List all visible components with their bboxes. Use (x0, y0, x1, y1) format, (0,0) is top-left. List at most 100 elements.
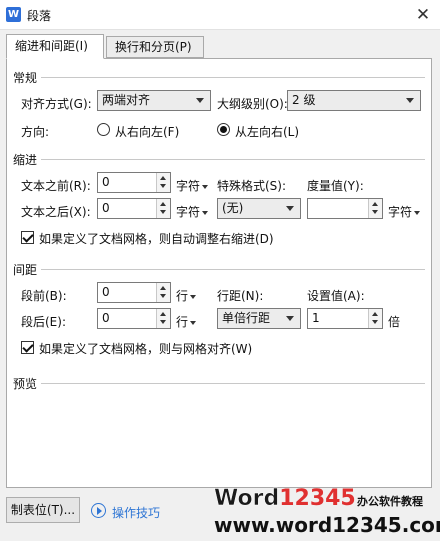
watermark-logo: Word12345 (214, 486, 356, 512)
line-spacing-select[interactable]: 单倍行距 (217, 308, 301, 329)
direction-label: 方向: (21, 125, 50, 139)
outline-level-label: 大纲级别(O): (217, 97, 288, 111)
stepper-down-icon[interactable] (157, 318, 170, 327)
stepper-up-icon[interactable] (157, 283, 170, 292)
indent-after-value: 0 (102, 201, 110, 215)
space-before-label: 段前(B): (21, 289, 67, 303)
space-before-stepper[interactable]: 0 (97, 282, 171, 303)
stepper-up-icon[interactable] (157, 199, 170, 208)
preview-area (13, 393, 425, 481)
space-before-unit-text: 行 (176, 289, 189, 303)
space-after-value: 0 (102, 311, 110, 325)
watermark-brand-number: 12345 (279, 486, 356, 511)
ltr-radio[interactable] (217, 123, 230, 136)
watermark-brand-word: Word (214, 486, 280, 512)
measure-label: 度量值(Y): (307, 179, 364, 193)
close-icon[interactable]: ✕ (412, 4, 434, 26)
setting-value: 1 (312, 311, 320, 325)
snap-to-grid-label[interactable]: 如果定义了文档网格，则与网格对齐(W) (39, 340, 252, 357)
stepper-arrows (156, 199, 170, 218)
indent-after-label: 文本之后(X): (21, 205, 91, 219)
space-before-unit[interactable]: 行 (176, 287, 197, 304)
tab-stops-button[interactable]: 制表位(T)... (6, 497, 80, 523)
section-divider (41, 159, 425, 160)
auto-adjust-indent-label[interactable]: 如果定义了文档网格，则自动调整右缩进(D) (39, 230, 274, 247)
outline-level-select[interactable]: 2 级 (287, 90, 421, 111)
wps-writer-icon: W (6, 7, 21, 22)
chevron-down-icon (196, 98, 204, 103)
watermark-url: www.word12345.com (214, 513, 440, 537)
stepper-arrows (368, 199, 382, 218)
rtl-radio-label[interactable]: 从右向左(F) (115, 123, 179, 140)
space-after-unit[interactable]: 行 (176, 313, 197, 330)
line-spacing-value: 单倍行距 (222, 311, 271, 325)
ltr-radio-label[interactable]: 从左向右(L) (235, 123, 299, 140)
chevron-down-icon (202, 210, 209, 215)
stepper-arrows (368, 309, 382, 328)
measure-stepper[interactable] (307, 198, 383, 219)
stepper-up-icon[interactable] (369, 309, 382, 318)
outline-level-value: 2 级 (292, 93, 316, 107)
align-select-value: 两端对齐 (102, 93, 151, 107)
stepper-arrows (156, 173, 170, 192)
play-circle-icon[interactable] (91, 503, 106, 518)
space-before-value: 0 (102, 285, 110, 299)
align-select[interactable]: 两端对齐 (97, 90, 211, 111)
stepper-down-icon[interactable] (157, 292, 170, 301)
snap-to-grid-checkbox[interactable] (21, 341, 34, 354)
section-general-heading: 常规 (13, 71, 38, 85)
stepper-down-icon[interactable] (369, 318, 382, 327)
chevron-down-icon (190, 320, 197, 325)
site-watermark: Word12345 办公软件教程 www.word12345.com (214, 486, 440, 541)
tab-panel: 常规 对齐方式(G): 两端对齐 大纲级别(O): 2 级 方向: 从右向左(F… (6, 58, 432, 488)
stepper-arrows (156, 309, 170, 328)
special-format-value: (无) (222, 201, 244, 215)
indent-before-unit-text: 字符 (176, 179, 201, 193)
line-spacing-label: 行距(N): (217, 289, 264, 303)
indent-before-label: 文本之前(R): (21, 179, 91, 193)
section-preview-heading: 预览 (13, 377, 38, 391)
chevron-down-icon (286, 316, 294, 321)
chevron-down-icon (414, 210, 421, 215)
auto-adjust-indent-checkbox[interactable] (21, 231, 34, 244)
stepper-down-icon[interactable] (157, 182, 170, 191)
chevron-down-icon (286, 206, 294, 211)
rtl-radio[interactable] (97, 123, 110, 136)
title-bar: W 段落 ✕ (0, 0, 440, 30)
indent-before-unit[interactable]: 字符 (176, 177, 209, 194)
setting-value-label: 设置值(A): (307, 289, 365, 303)
indent-after-stepper[interactable]: 0 (97, 198, 171, 219)
stepper-down-icon[interactable] (157, 208, 170, 217)
indent-after-unit[interactable]: 字符 (176, 203, 209, 220)
tab-indent-spacing[interactable]: 缩进和间距(I) (6, 34, 104, 59)
align-label: 对齐方式(G): (21, 97, 92, 111)
space-after-stepper[interactable]: 0 (97, 308, 171, 329)
chevron-down-icon (190, 294, 197, 299)
indent-before-value: 0 (102, 175, 110, 189)
stepper-down-icon[interactable] (369, 208, 382, 217)
section-divider (41, 269, 425, 270)
tips-link[interactable]: 操作技巧 (112, 504, 160, 521)
chevron-down-icon (202, 184, 209, 189)
indent-before-stepper[interactable]: 0 (97, 172, 171, 193)
stepper-up-icon[interactable] (157, 309, 170, 318)
measure-unit-text: 字符 (388, 205, 413, 219)
stepper-up-icon[interactable] (157, 173, 170, 182)
watermark-tagline: 办公软件教程 (357, 495, 423, 508)
section-indent-heading: 缩进 (13, 153, 38, 167)
measure-unit[interactable]: 字符 (388, 203, 421, 220)
setting-value-stepper[interactable]: 1 (307, 308, 383, 329)
special-format-select[interactable]: (无) (217, 198, 301, 219)
section-divider (41, 383, 425, 384)
tab-line-page-breaks[interactable]: 换行和分页(P) (106, 36, 204, 58)
setting-value-unit: 倍 (388, 315, 401, 329)
space-after-unit-text: 行 (176, 315, 189, 329)
dialog-title: 段落 (27, 9, 52, 23)
stepper-arrows (156, 283, 170, 302)
section-divider (41, 77, 425, 78)
special-format-label: 特殊格式(S): (217, 179, 287, 193)
stepper-up-icon[interactable] (369, 199, 382, 208)
chevron-down-icon (406, 98, 414, 103)
section-spacing-heading: 间距 (13, 263, 38, 277)
indent-after-unit-text: 字符 (176, 205, 201, 219)
